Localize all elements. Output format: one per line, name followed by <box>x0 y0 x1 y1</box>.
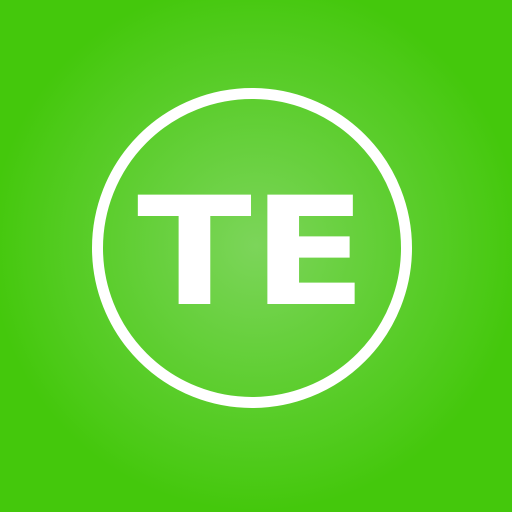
logo-monogram: TE <box>137 166 367 340</box>
app-icon: TE <box>0 0 512 512</box>
logo-monogram-text: TE <box>137 166 367 340</box>
